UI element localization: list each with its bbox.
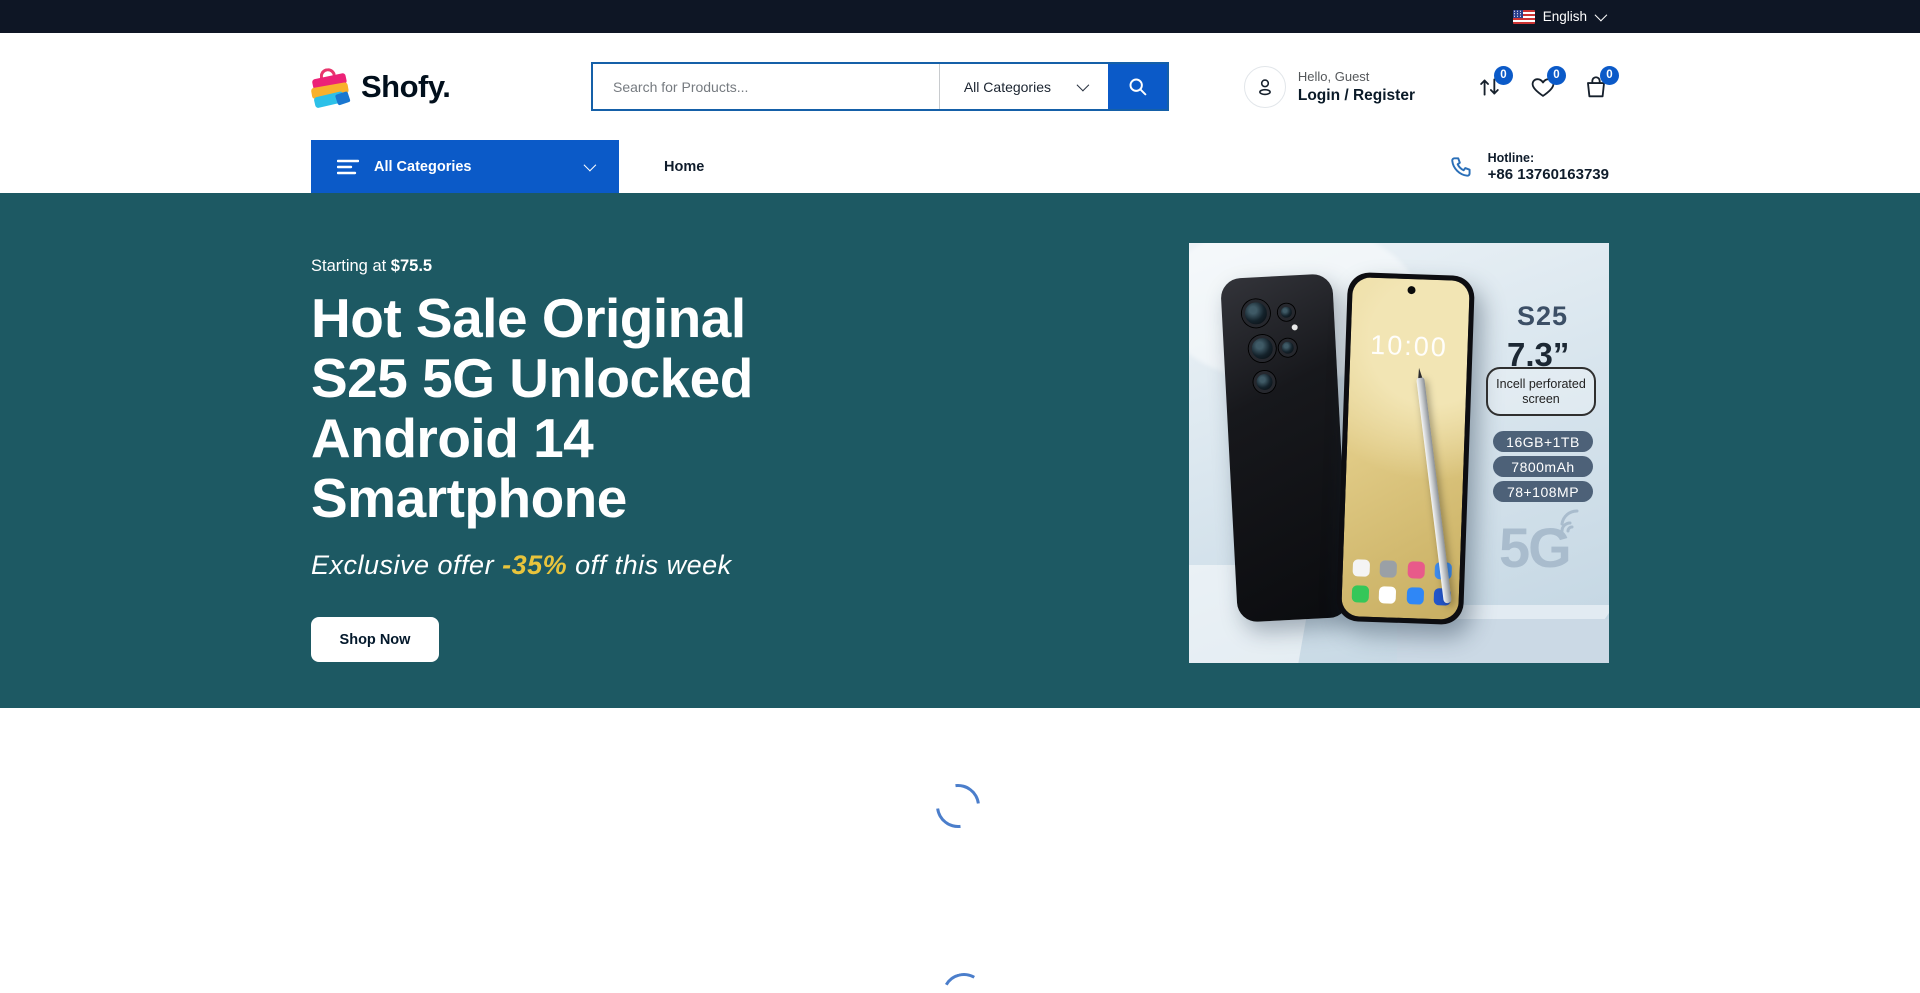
hotline-number[interactable]: +86 13760163739 [1488,166,1609,183]
products-loading-section [0,708,1920,993]
account-greeting: Hello, Guest [1298,69,1415,84]
account-area[interactable]: Hello, Guest Login / Register [1244,66,1415,108]
language-selector[interactable]: English [1513,9,1604,24]
nav-item-home[interactable]: Home [664,159,704,175]
chevron-down-icon [1595,9,1608,22]
phone-back-view [1220,273,1350,622]
header: Shofy. All Categories Hello, Guest Login… [311,33,1609,140]
search-icon [1127,76,1148,97]
hero-price: $75.5 [391,257,432,275]
search-bar: All Categories [591,62,1169,111]
avatar [1244,66,1286,108]
wishlist-button[interactable]: 0 [1530,74,1556,100]
front-camera-dot [1407,286,1415,294]
phone-clock: 10:00 [1350,329,1468,364]
loading-spinner [937,968,991,993]
loading-spinner [927,775,989,837]
cart-button[interactable]: 0 [1583,74,1609,100]
shopping-bag-logo-icon [309,66,353,108]
cart-count-badge: 0 [1600,66,1619,85]
wifi-waves-icon [1560,509,1586,533]
search-category-select[interactable]: All Categories [939,64,1108,109]
chevron-down-icon [584,159,597,172]
header-right: Hello, Guest Login / Register 0 0 [1244,66,1609,108]
shop-now-button[interactable]: Shop Now [311,617,439,662]
logo-text: Shofy. [361,69,450,105]
wishlist-count-badge: 0 [1547,66,1566,85]
hero-banner: Starting at $75.5 Hot Sale Original S25 … [0,193,1920,708]
hamburger-icon [337,159,359,175]
product-spec-battery: 7800mAh [1493,456,1593,477]
hotline-label: Hotline: [1488,151,1609,165]
phone-screen: 10:00 [1341,277,1470,620]
us-flag-icon [1513,10,1535,24]
product-model-label: S25 [1517,301,1568,332]
app-icons [1352,559,1453,605]
logo[interactable]: Shofy. [311,68,591,106]
user-icon [1254,76,1276,98]
chevron-down-icon [1077,79,1090,92]
search-button[interactable] [1108,64,1167,109]
compare-button[interactable]: 0 [1477,74,1503,100]
product-spec-memory: 16GB+1TB [1493,431,1593,452]
topbar: English [0,0,1920,33]
search-input[interactable] [593,64,939,109]
main-nav: All Categories Home Hotline: +86 1376016… [311,140,1609,193]
product-screen-type: Incell perforated screen [1486,367,1596,416]
phone-front-view: 10:00 [1336,272,1475,625]
all-categories-label: All Categories [374,159,472,175]
product-5g-label: 5G [1499,515,1570,580]
discount-value: -35% [502,550,567,580]
search-category-value: All Categories [964,79,1051,95]
compare-count-badge: 0 [1494,66,1513,85]
language-label: English [1543,9,1587,24]
hero-product-image: 10:00 S25 7.3” Incell perforated [1189,243,1609,663]
phone-icon [1449,154,1475,180]
product-spec-camera: 78+108MP [1493,481,1593,502]
hotline: Hotline: +86 13760163739 [1449,151,1609,183]
header-icons: 0 0 0 [1477,74,1609,100]
all-categories-button[interactable]: All Categories [311,140,619,193]
login-register-link[interactable]: Login / Register [1298,87,1415,105]
